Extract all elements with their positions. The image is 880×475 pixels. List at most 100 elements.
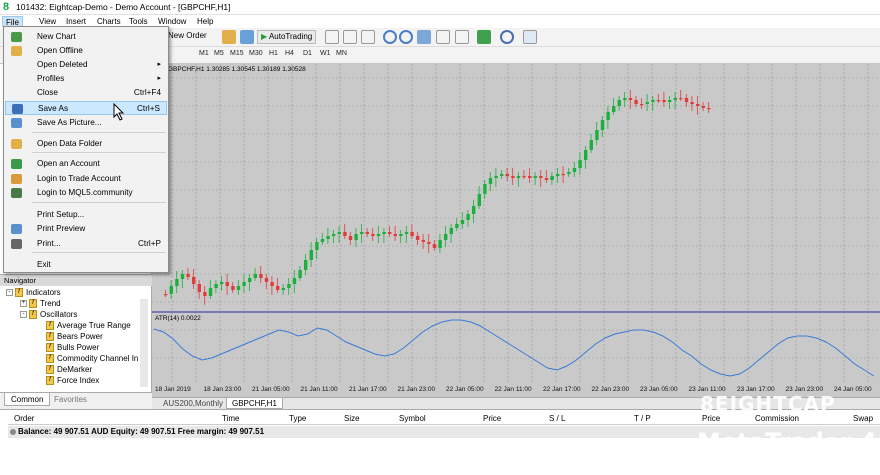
bearish-candle [539,176,543,178]
file-menu-item-save-as[interactable]: Save As Ctrl+S [5,101,167,115]
col-order[interactable]: Order [14,414,34,423]
indicator-folder-icon: f [15,288,23,298]
time-axis-label: 18 Jan 23:00 [204,386,242,393]
col-swap[interactable]: Swap [853,414,873,423]
line-chart-icon[interactable] [361,30,375,44]
time-axis-label: 21 Jan 17:00 [349,386,387,393]
col-size[interactable]: Size [344,414,360,423]
bullish-candle [578,160,582,168]
chart-window[interactable]: 18 Jan 2019 18 Jan 23:00 21 Jan 05:00 21 Ja… [152,64,880,397]
nav-item-demarker[interactable]: f DeMarker [46,364,92,375]
bullish-candle [281,288,285,290]
file-menu-item-close[interactable]: Close Ctrl+F4 [5,86,167,100]
nav-item-bulls-power[interactable]: f Bulls Power [46,342,99,353]
autotrading-icon: ▶ [261,32,268,41]
nav-item-indicators[interactable]: - f Indicators [6,287,61,298]
bullish-candle [589,140,593,150]
file-menu-item-exit[interactable]: Exit [5,258,167,272]
bullish-candle [236,286,241,290]
timeframe-m30[interactable]: M30 [249,50,263,57]
folder-icon [11,46,22,56]
nav-item-atr[interactable]: f Average True Range [46,320,131,331]
indicator-folder-icon: f [29,299,37,309]
bearish-candle [270,282,274,286]
bullish-candle [488,178,493,184]
bearish-candle [225,282,229,286]
nav-item-cci[interactable]: f Commodity Channel In [46,353,138,364]
col-symbol[interactable]: Symbol [399,414,426,423]
timeframe-d1[interactable]: D1 [303,50,312,57]
bearish-candle [197,284,201,292]
chart-tab-aus200[interactable]: AUS200,Monthly [158,398,228,409]
file-menu-item-open-data-folder[interactable]: Open Data Folder [5,137,167,151]
file-menu-item-print-preview[interactable]: Print Preview [5,222,167,236]
bullish-candle [600,120,605,130]
indicator-icon: f [46,332,54,342]
menu-item-label: New Chart [37,32,76,41]
nav-item-trend[interactable]: + f Trend [20,298,61,309]
timeframe-m15[interactable]: M15 [230,50,244,57]
navigator-panel: Navigator - f Indicators + f Trend - f Oscilla… [0,274,152,406]
col-sl[interactable]: S / L [549,414,565,423]
file-menu-item-open-an-account[interactable]: Open an Account [5,157,167,171]
nav-item-oscillators[interactable]: - f Oscillators [20,309,77,320]
col-tp[interactable]: T / P [634,414,651,423]
nav-item-force-index[interactable]: f Force Index [46,375,99,386]
bearish-candle [276,286,280,290]
bearish-candle [701,106,705,108]
nav-item-bears-power[interactable]: f Bears Power [46,331,103,342]
bearish-candle [662,100,666,102]
menu-item-label: Login to MQL5.community [37,188,133,197]
chart-shift-icon[interactable] [240,30,254,44]
timeframe-m1[interactable]: M1 [199,50,209,57]
collapse-icon[interactable]: - [20,311,27,319]
zoom-in-icon[interactable] [383,30,397,44]
file-menu-item-save-as-picture[interactable]: Save As Picture... [5,116,167,130]
timeframe-w1[interactable]: W1 [320,50,331,57]
file-menu-item-print-setup[interactable]: Print Setup... [5,208,167,222]
autotrading-button[interactable]: ▶ AutoTrading [257,30,317,44]
bullish-candle [444,234,448,240]
navigator-scrollbar[interactable] [140,299,148,387]
templates-icon[interactable] [523,30,537,44]
file-menu-item-print[interactable]: Print... Ctrl+P [5,237,167,251]
tile-windows-icon[interactable] [417,30,431,44]
col-time[interactable]: Time [222,414,239,423]
price-chart[interactable]: 18 Jan 2019 18 Jan 23:00 21 Jan 05:00 21 Ja… [152,64,880,397]
timeframe-mn[interactable]: MN [336,50,347,57]
tab-favorites[interactable]: Favorites [48,393,93,406]
bullish-candle [455,224,459,228]
file-menu-item-profiles[interactable]: Profiles ▸ [5,72,167,86]
zoom-out-icon[interactable] [399,30,413,44]
bullish-candle [623,98,627,100]
file-menu-item-new-chart[interactable]: New Chart [5,30,167,44]
expand-icon[interactable]: + [20,300,27,308]
new-order-button[interactable]: New Order [168,31,207,40]
menu-help[interactable]: Help [194,16,216,27]
timeframe-h1[interactable]: H1 [269,50,278,57]
indicator-icon: f [46,343,54,353]
file-menu-item-open-offline[interactable]: Open Offline [5,44,167,58]
tab-common[interactable]: Common [4,393,51,406]
chart-tab-gbpchf[interactable]: GBPCHF,H1 [226,398,283,409]
bullish-candle [253,274,257,278]
timeframe-m5[interactable]: M5 [214,50,224,57]
collapse-icon[interactable]: - [6,289,13,297]
chart-shift-end-icon[interactable] [455,30,469,44]
bearish-candle [192,277,196,284]
indicators-icon[interactable] [477,30,491,44]
col-type[interactable]: Type [289,414,306,423]
metaeditor-icon[interactable] [222,30,236,44]
candlestick-icon[interactable] [343,30,357,44]
bar-chart-icon[interactable] [325,30,339,44]
periods-icon[interactable] [500,30,514,44]
file-menu-item-open-deleted[interactable]: Open Deleted ▸ [5,58,167,72]
bearish-candle [528,176,532,178]
bearish-candle [640,104,644,106]
file-menu-item-login-to-mql5-community[interactable]: Login to MQL5.community [5,186,167,200]
timeframe-h4[interactable]: H4 [285,50,294,57]
bullish-candle [556,174,560,176]
col-price[interactable]: Price [483,414,501,423]
autoscroll-icon[interactable] [436,30,450,44]
file-menu-item-login-to-trade-account[interactable]: Login to Trade Account [5,172,167,186]
